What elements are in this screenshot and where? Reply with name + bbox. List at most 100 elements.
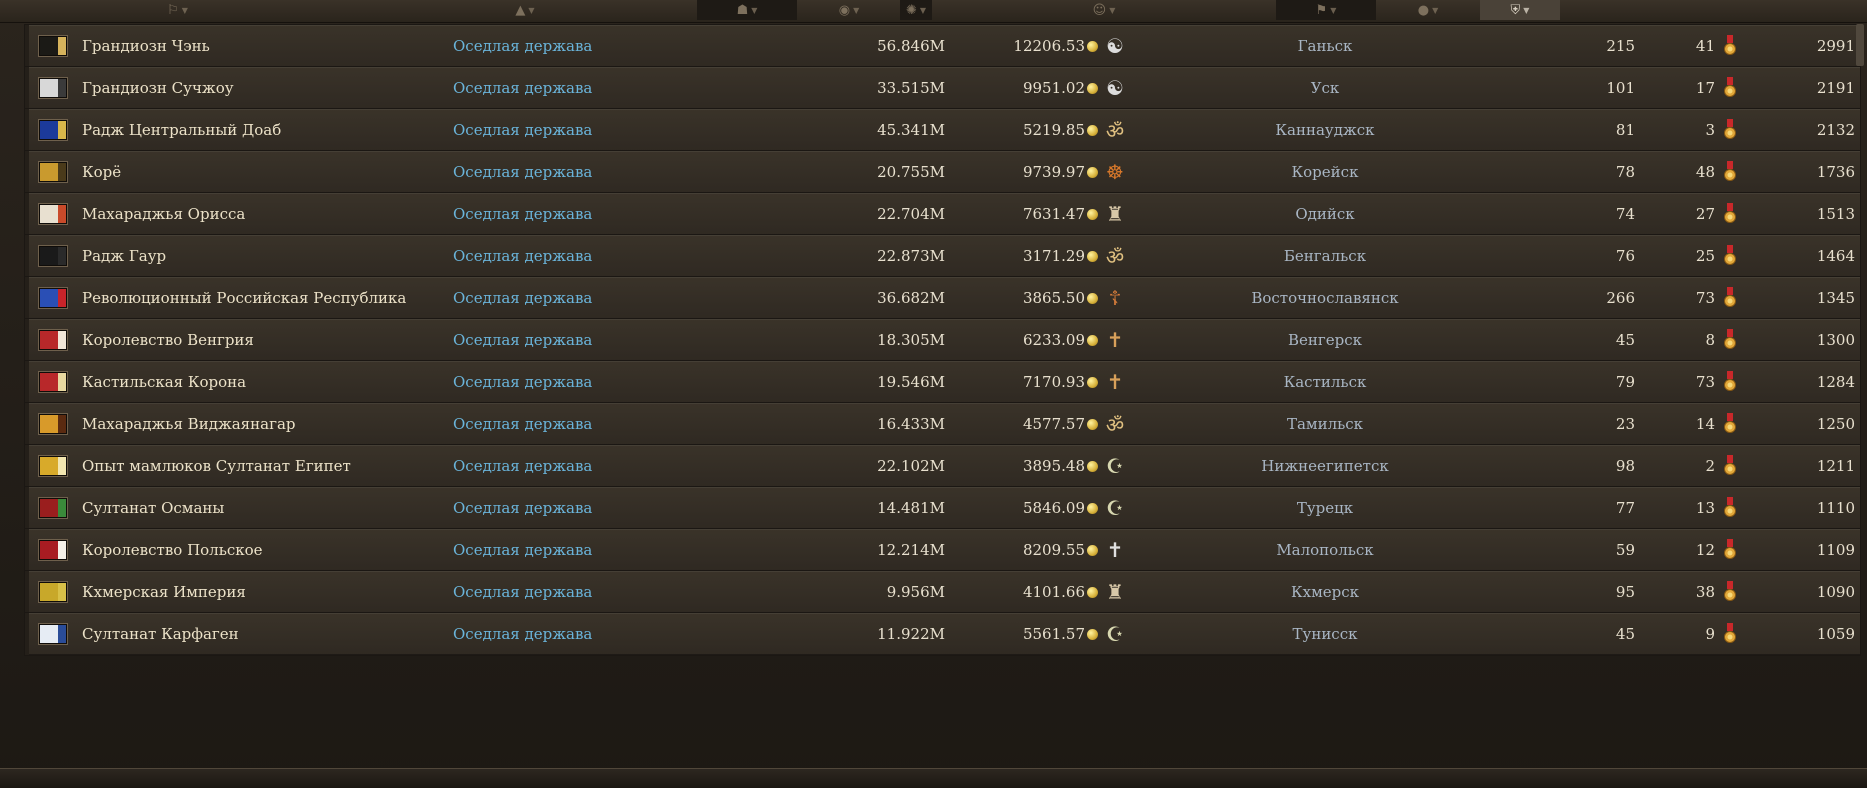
government-type-link[interactable]: Оседлая держава (453, 151, 592, 193)
country-flag[interactable] (39, 162, 67, 182)
culture-value[interactable]: Каннауджск (1125, 109, 1525, 151)
government-type-link[interactable]: Оседлая держава (453, 487, 592, 529)
country-name[interactable]: Радж Гаур (82, 235, 166, 277)
sort-government-column[interactable]: ▲ ▼ (355, 0, 695, 20)
country-name[interactable]: Махараджья Орисса (82, 193, 245, 235)
country-name[interactable]: Кастильская Корона (82, 361, 246, 403)
table-row[interactable]: Радж Центральный Доаб Оседлая держава 45… (24, 108, 1861, 152)
score-icon: ⛨ (1510, 2, 1521, 18)
country-name[interactable]: Революционный Российская Республика (82, 277, 406, 319)
ledger-window: ⚐ ▼ ▲ ▼ ☗ ▼ ◉ ▼ ✺ ▼ ☺ ▼ ⚑ ▼ ● ▼ ⛨ ▼ Грандиозн Чэн… (0, 0, 1867, 788)
table-row[interactable]: Кхмерская Империя Оседлая держава 9.956M… (24, 570, 1861, 614)
country-name[interactable]: Султанат Карфаген (82, 613, 239, 655)
country-flag[interactable] (39, 330, 67, 350)
country-flag[interactable] (39, 204, 67, 224)
states-icon: ⚑ (1315, 2, 1328, 18)
table-row[interactable]: Радж Гаур Оседлая держава 22.873M 3171.2… (24, 234, 1861, 278)
money-value: 5219.85 (1022, 121, 1085, 139)
money-value: 3171.29 (1022, 247, 1085, 265)
country-flag[interactable] (39, 246, 67, 266)
score-value: 2191 (1816, 79, 1855, 97)
government-type-link[interactable]: Оседлая держава (453, 361, 592, 403)
country-flag[interactable] (39, 498, 67, 518)
government-type-link[interactable]: Оседлая держава (453, 613, 592, 655)
country-name[interactable]: Радж Центральный Доаб (82, 109, 281, 151)
table-row[interactable]: Опыт мамлюков Султанат Египет Оседлая де… (24, 444, 1861, 488)
sort-money-column[interactable]: ◉ ▼ (799, 0, 899, 20)
table-row[interactable]: Грандиозн Чэнь Оседлая держава 56.846M 1… (24, 24, 1861, 68)
country-name[interactable]: Королевство Польское (82, 529, 263, 571)
country-name[interactable]: Опыт мамлюков Султанат Египет (82, 445, 351, 487)
table-row[interactable]: Грандиозн Сучжоу Оседлая держава 33.515M… (24, 66, 1861, 110)
country-flag[interactable] (39, 36, 67, 56)
country-name[interactable]: Королевство Венгрия (82, 319, 254, 361)
country-name[interactable]: Кхмерская Империя (82, 571, 246, 613)
score-value: 1300 (1816, 331, 1855, 349)
government-type-link[interactable]: Оседлая держава (453, 235, 592, 277)
states-value: 76 (1615, 247, 1635, 265)
country-name[interactable]: Грандиозн Чэнь (82, 25, 210, 67)
country-name[interactable]: Корё (82, 151, 121, 193)
culture-value[interactable]: Бенгальск (1125, 235, 1525, 277)
table-row[interactable]: Корё Оседлая держава 20.755M 9739.97 ☸ К… (24, 150, 1861, 194)
culture-value[interactable]: Малопольск (1125, 529, 1525, 571)
culture-value[interactable]: Тамильск (1125, 403, 1525, 445)
country-flag[interactable] (39, 78, 67, 98)
government-type-link[interactable]: Оседлая держава (453, 193, 592, 235)
sort-states-column[interactable]: ⚑ ▼ (1276, 0, 1376, 20)
army-value: 41 (1695, 37, 1715, 55)
culture-value[interactable]: Кастильск (1125, 361, 1525, 403)
government-type-link[interactable]: Оседлая держава (453, 571, 592, 613)
army-value: 27 (1695, 205, 1715, 223)
table-row[interactable]: Королевство Венгрия Оседлая держава 18.3… (24, 318, 1861, 362)
score-value: 1109 (1816, 541, 1855, 559)
culture-value[interactable]: Одийск (1125, 193, 1525, 235)
country-name[interactable]: Махараджья Виджаянагар (82, 403, 296, 445)
culture-value[interactable]: Корейск (1125, 151, 1525, 193)
government-type-link[interactable]: Оседлая держава (453, 403, 592, 445)
government-type-link[interactable]: Оседлая держава (453, 529, 592, 571)
culture-value[interactable]: Ганьск (1125, 25, 1525, 67)
culture-value[interactable]: Нижнеегипетск (1125, 445, 1525, 487)
country-flag[interactable] (39, 414, 67, 434)
table-row[interactable]: Султанат Османы Оседлая держава 14.481M … (24, 486, 1861, 530)
table-row[interactable]: Махараджья Орисса Оседлая держава 22.704… (24, 192, 1861, 236)
table-row[interactable]: Королевство Польское Оседлая держава 12.… (24, 528, 1861, 572)
culture-value[interactable]: Тунисск (1125, 613, 1525, 655)
culture-value[interactable]: Уск (1125, 67, 1525, 109)
sort-army-column[interactable]: ● ▼ (1378, 0, 1478, 20)
country-name[interactable]: Грандиозн Сучжоу (82, 67, 234, 109)
sort-culture-column[interactable]: ☺ ▼ (934, 0, 1274, 20)
score-value: 2991 (1816, 37, 1855, 55)
country-flag[interactable] (39, 624, 67, 644)
government-type-link[interactable]: Оседлая держава (453, 319, 592, 361)
government-icon: ▲ (515, 2, 526, 18)
country-flag[interactable] (39, 582, 67, 602)
government-type-link[interactable]: Оседлая держава (453, 277, 592, 319)
country-flag[interactable] (39, 120, 67, 140)
government-type-link[interactable]: Оседлая держава (453, 445, 592, 487)
country-flag[interactable] (39, 372, 67, 392)
table-row[interactable]: Революционный Российская Республика Осед… (24, 276, 1861, 320)
government-type-link[interactable]: Оседлая держава (453, 67, 592, 109)
culture-value[interactable]: Венгерск (1125, 319, 1525, 361)
bottom-bar (0, 768, 1867, 788)
culture-value[interactable]: Кхмерск (1125, 571, 1525, 613)
sort-flag-column[interactable]: ⚐ ▼ (0, 0, 355, 20)
score-value: 2132 (1816, 121, 1855, 139)
table-row[interactable]: Кастильская Корона Оседлая держава 19.54… (24, 360, 1861, 404)
country-flag[interactable] (39, 540, 67, 560)
country-flag[interactable] (39, 456, 67, 476)
country-flag[interactable] (39, 288, 67, 308)
sort-religion-column[interactable]: ✺ ▼ (900, 0, 932, 20)
culture-value[interactable]: Турецк (1125, 487, 1525, 529)
culture-value[interactable]: Восточнославянск (1125, 277, 1525, 319)
sort-population-column[interactable]: ☗ ▼ (697, 0, 797, 20)
government-type-link[interactable]: Оседлая держава (453, 25, 592, 67)
scrollbar[interactable] (1856, 24, 1864, 66)
sort-score-column[interactable]: ⛨ ▼ (1480, 0, 1560, 20)
country-name[interactable]: Султанат Османы (82, 487, 224, 529)
government-type-link[interactable]: Оседлая держава (453, 109, 592, 151)
table-row[interactable]: Махараджья Виджаянагар Оседлая держава 1… (24, 402, 1861, 446)
table-row[interactable]: Султанат Карфаген Оседлая держава 11.922… (24, 612, 1861, 656)
